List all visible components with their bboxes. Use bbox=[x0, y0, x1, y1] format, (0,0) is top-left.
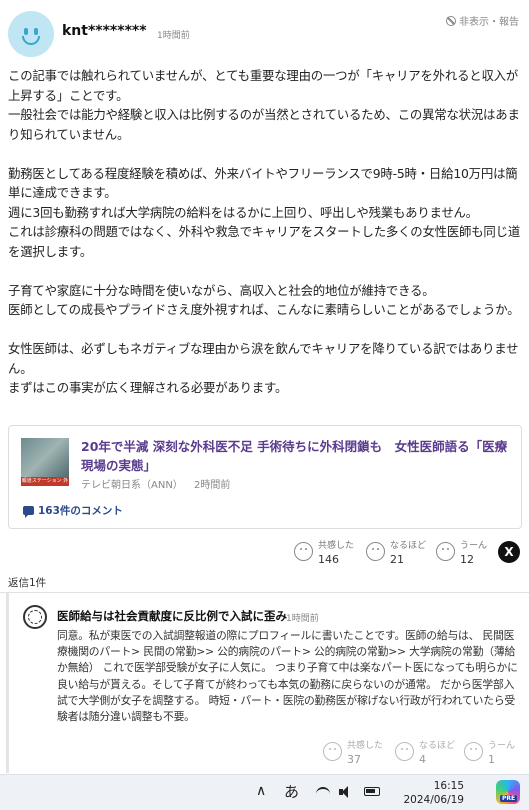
comment-paragraph: 週に3回も勤務すれば大学病院の給料をはるかに上回り、呼出しや残業もありません。 bbox=[8, 204, 478, 220]
user-avatar[interactable] bbox=[8, 11, 54, 57]
article-title-link[interactable]: 20年で半減 深刻な外科医不足 手術待ちに外科閉鎖も 女性医師語る「医療現場の実… bbox=[81, 437, 511, 475]
article-comments-label: 163件のコメント bbox=[38, 505, 123, 517]
comment-paragraph: 医師としての成長やプライドさえ度外視すれば、こんなに素晴らしいことがあるでしょう… bbox=[8, 302, 520, 317]
reply-reaction-hmm-button[interactable]: うーん 1 bbox=[464, 738, 515, 766]
insightful-face-icon bbox=[366, 542, 385, 561]
reaction-label: 共感した bbox=[347, 741, 384, 751]
copilot-icon[interactable]: PRE bbox=[496, 780, 520, 804]
reaction-insightful-button[interactable]: なるほど 21 bbox=[366, 538, 426, 566]
reaction-count: 21 bbox=[390, 553, 404, 566]
reply-body: 同意。私が東医での入試調整報道の際にプロフィールに書いたことです。医師の給与は、… bbox=[57, 629, 518, 724]
badge-icon bbox=[28, 610, 42, 624]
reply-indent-bar bbox=[6, 593, 9, 773]
speaker-icon[interactable] bbox=[339, 785, 353, 799]
reply-reaction-insightful-button[interactable]: なるほど 4 bbox=[395, 738, 455, 766]
taskbar-clock[interactable]: 16:15 2024/06/19 bbox=[394, 779, 464, 807]
avatar-eye-icon bbox=[24, 28, 28, 35]
clock-date: 2024/06/19 bbox=[403, 794, 464, 806]
reaction-hmm-button[interactable]: うーん 12 bbox=[436, 538, 487, 566]
article-source: テレビ朝日系（ANN） bbox=[81, 480, 183, 491]
thumbnail-tag: 報道ステーション 外科医不足 bbox=[21, 477, 69, 486]
reply-card: 医師給与は社会貢献度に反比例で入試に歪み 1時間前 同意。私が東医での入試調整報… bbox=[0, 593, 529, 773]
article-card[interactable]: 報道ステーション 外科医不足 20年で半減 深刻な外科医不足 手術待ちに外科閉鎖… bbox=[8, 425, 522, 529]
reaction-count: 146 bbox=[318, 553, 339, 566]
comment-username[interactable]: knt******** bbox=[62, 23, 147, 39]
article-thumbnail[interactable]: 報道ステーション 外科医不足 bbox=[21, 438, 69, 486]
comment-paragraph: 勤務医としてある程度経験を積めば、外来バイトやフリーランスで9時-5時・日給10… bbox=[8, 165, 518, 201]
reaction-count: 12 bbox=[460, 553, 474, 566]
reaction-count: 37 bbox=[347, 753, 361, 766]
comment-body: この記事では触れられていませんが、とても重要な理由の一つが「キャリアを外れると収… bbox=[8, 66, 522, 398]
reply-avatar[interactable] bbox=[23, 605, 47, 629]
battery-icon[interactable] bbox=[364, 787, 380, 796]
reaction-count: 1 bbox=[488, 753, 495, 766]
comment-paragraph: 子育てや家庭に十分な時間を使いながら、高収入と社会的地位が維持できる。 bbox=[8, 282, 435, 298]
article-time: 2時間前 bbox=[194, 480, 231, 491]
share-x-button[interactable]: X bbox=[498, 541, 520, 563]
empathy-face-icon bbox=[294, 542, 313, 561]
replies-count-toggle[interactable]: 返信1件 bbox=[8, 575, 46, 590]
reaction-label: うーん bbox=[488, 741, 516, 751]
copilot-preview-badge: PRE bbox=[500, 795, 518, 802]
comment-paragraph: これは診療科の問題ではなく、外科や救急でキャリアをスタートした多くの女性医師も同… bbox=[8, 224, 521, 259]
reaction-label: 共感した bbox=[318, 541, 355, 551]
reaction-empathy-button[interactable]: 共感した 146 bbox=[294, 538, 354, 566]
hide-report-button[interactable]: 非表示・報告 bbox=[446, 13, 519, 28]
chat-bubble-icon bbox=[23, 506, 34, 518]
comment-paragraph: 女性医師は、必ずしもネガティブな理由から涙を飲んでキャリアを降りている訳ではあり… bbox=[8, 341, 519, 376]
comment-paragraph: この記事では触れられていませんが、とても重要な理由の一つが「キャリアを外れると収… bbox=[8, 68, 519, 103]
hide-report-label: 非表示・報告 bbox=[459, 17, 519, 28]
ime-indicator[interactable]: あ bbox=[284, 781, 299, 802]
empathy-face-icon bbox=[323, 742, 342, 761]
reply-reaction-empathy-button[interactable]: 共感した 37 bbox=[323, 738, 383, 766]
insightful-face-icon bbox=[395, 742, 414, 761]
reaction-count: 4 bbox=[419, 753, 426, 766]
avatar-eye-icon bbox=[34, 28, 38, 35]
comment-paragraph: 一般社会では能力や経験と収入は比例するのが当然とされているため、この異常な状況は… bbox=[8, 107, 520, 142]
hmm-face-icon bbox=[464, 742, 483, 761]
reaction-label: なるほど bbox=[419, 741, 456, 751]
reaction-label: なるほど bbox=[390, 541, 427, 551]
article-comments-link[interactable]: 163件のコメント bbox=[23, 503, 123, 518]
windows-taskbar: ∧ あ 16:15 2024/06/19 PRE bbox=[0, 774, 529, 810]
comment-paragraph: まずはこの事実が広く理解される必要があります。 bbox=[8, 380, 288, 395]
comment-time: 1時間前 bbox=[157, 31, 190, 41]
reply-time: 1時間前 bbox=[286, 614, 319, 624]
show-hidden-icons-chevron-icon[interactable]: ∧ bbox=[256, 783, 266, 799]
hmm-face-icon bbox=[436, 542, 455, 561]
clock-time: 16:15 bbox=[433, 780, 464, 792]
reaction-label: うーん bbox=[460, 541, 488, 551]
avatar-smile-icon bbox=[22, 36, 40, 45]
reply-username[interactable]: 医師給与は社会貢献度に反比例で入試に歪み bbox=[57, 608, 287, 624]
ban-icon bbox=[446, 15, 456, 26]
article-meta: テレビ朝日系（ANN） 2時間前 bbox=[81, 476, 230, 491]
wifi-icon[interactable] bbox=[316, 787, 330, 797]
